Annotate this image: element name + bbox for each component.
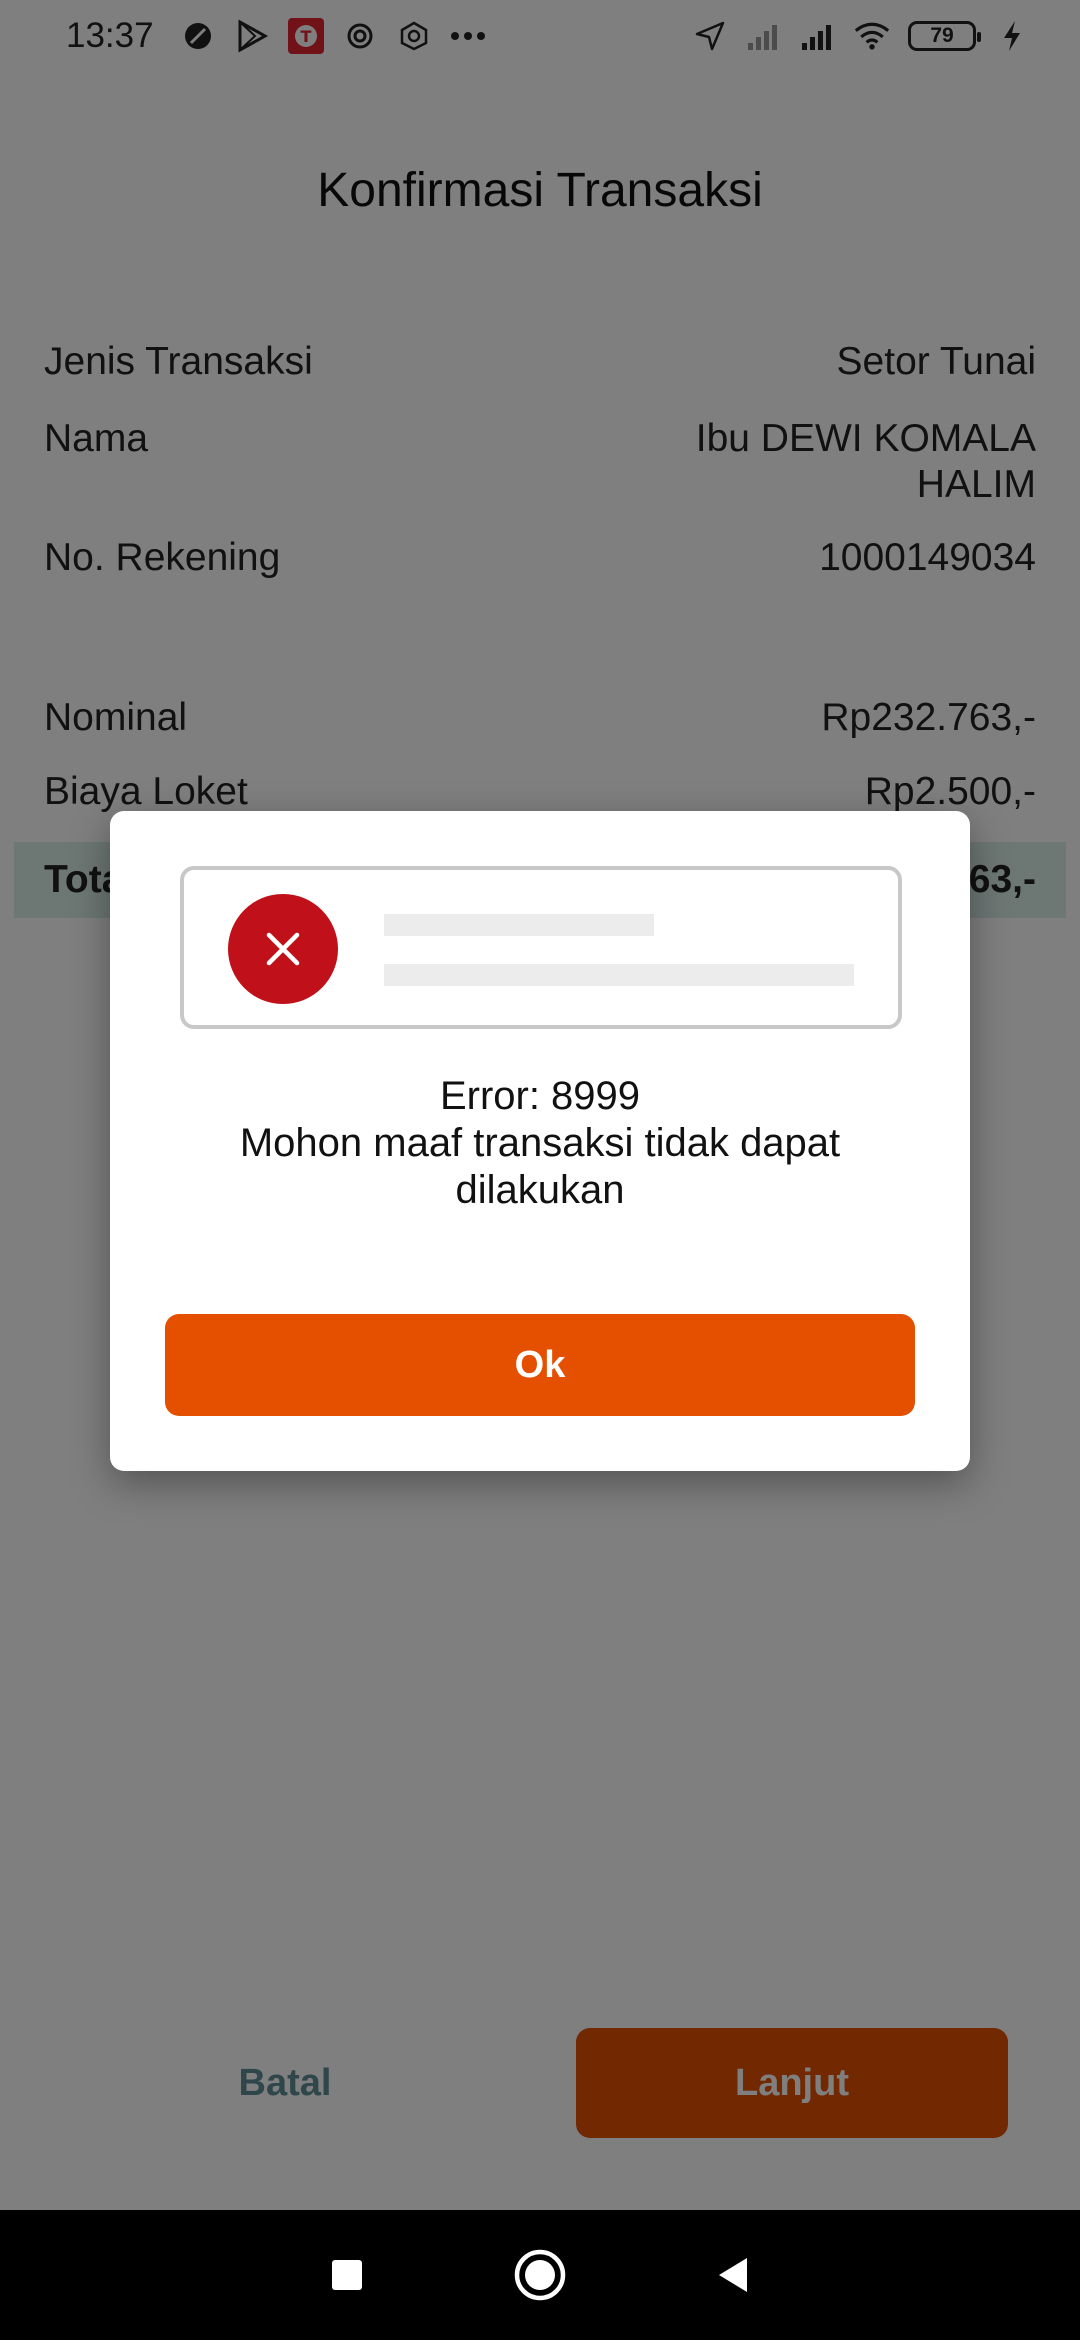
close-x-icon xyxy=(266,932,300,966)
placeholder-line xyxy=(384,964,854,986)
back-triangle-icon xyxy=(719,2258,748,2292)
error-badge xyxy=(228,894,338,1004)
recents-square-icon xyxy=(331,2260,362,2290)
error-dialog: Error: 8999 Mohon maaf transaksi tidak d… xyxy=(110,811,970,1471)
placeholder-line xyxy=(384,914,654,936)
back-button[interactable] xyxy=(703,2245,763,2305)
home-button[interactable] xyxy=(510,2245,570,2305)
error-message-line2: dilakukan xyxy=(455,1168,625,1212)
ok-button[interactable]: Ok xyxy=(165,1314,915,1416)
error-code: Error: 8999 xyxy=(439,1074,641,1118)
navigation-bar xyxy=(0,2210,1080,2340)
error-message: Error: 8999 Mohon maaf transaksi tidak d… xyxy=(150,1073,930,1214)
error-message-card xyxy=(180,866,902,1029)
error-message-line1: Mohon maaf transaksi tidak dapat xyxy=(239,1121,841,1165)
home-circle-icon xyxy=(514,2249,566,2301)
recents-button[interactable] xyxy=(317,2245,377,2305)
